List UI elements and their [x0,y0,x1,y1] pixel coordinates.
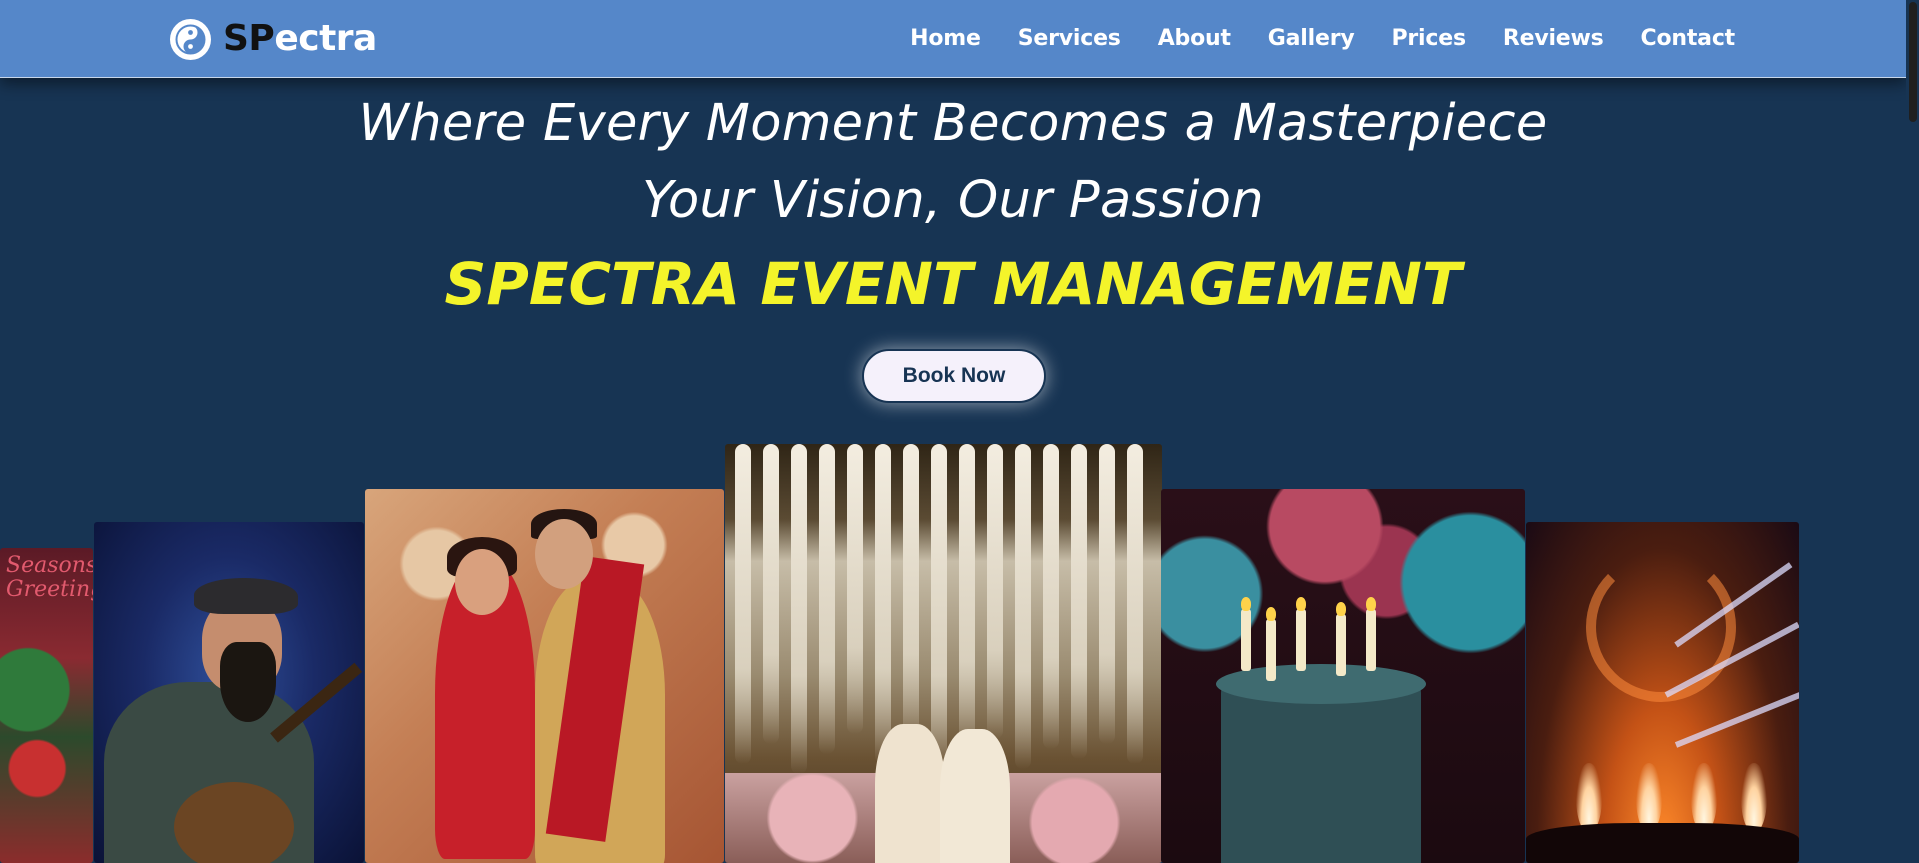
page-scrollbar[interactable] [1906,0,1919,863]
brand-name: SPectra [223,18,377,60]
light-beam [1674,689,1799,748]
main-nav: Home Services About Gallery Prices Revie… [910,24,1735,54]
hero-title: SPECTRA EVENT MANAGEMENT [444,250,1462,318]
seasons-greetings-sign: Seasons Greetings [6,553,93,602]
crowd-silhouette [1526,823,1799,863]
floral-drape [791,444,807,774]
candle-flame [1296,597,1306,611]
candle [1366,609,1376,671]
nav-about[interactable]: About [1158,24,1231,54]
brand-name-light: ectra [274,18,377,59]
yin-yang-icon [170,18,211,60]
hero-tagline: Where Every Moment Becomes a Masterpiece [358,94,1548,153]
navbar: SPectra Home Services About Gallery Pric… [0,0,1906,78]
candle [1241,609,1251,671]
floral-drape [987,444,1003,739]
page: SPectra Home Services About Gallery Pric… [0,0,1919,863]
floral-drape [735,444,751,764]
bride-face [455,549,509,615]
gallery-image-singer[interactable] [94,522,364,863]
gallery-image-indian-couple[interactable] [365,489,724,863]
nav-gallery[interactable]: Gallery [1268,24,1355,54]
floral-drape [1071,444,1087,759]
stage-fire [1576,763,1602,833]
nav-prices[interactable]: Prices [1391,24,1466,54]
cake [1221,679,1421,863]
candle [1266,619,1276,681]
floral-drape [1099,444,1115,744]
brand-logo[interactable]: SPectra [170,18,377,60]
floral-drape [959,444,975,754]
floral-drape [1043,444,1059,749]
candle-flame [1366,597,1376,611]
floral-drape [931,444,947,774]
stage-logo [1586,552,1736,702]
singer-beard [220,642,276,722]
candle-flame [1336,602,1346,616]
nav-services[interactable]: Services [1018,24,1121,54]
floral-drape [1015,444,1031,769]
hero-subtagline: Your Vision, Our Passion [642,171,1264,230]
candle [1296,609,1306,671]
guitar [174,782,294,863]
nav-contact[interactable]: Contact [1641,24,1736,54]
groom-figure [875,724,945,863]
gallery-image-birthday-cake[interactable] [1161,489,1525,863]
book-now-button[interactable]: Book Now [862,349,1046,403]
candle-flame [1241,597,1251,611]
nav-reviews[interactable]: Reviews [1503,24,1604,54]
brand-name-dark: SP [223,18,275,59]
bride-figure [940,729,1010,863]
candle-flame [1266,607,1276,621]
singer-hat [194,578,298,614]
gallery-image-christmas[interactable]: Seasons Greetings [0,548,93,863]
scrollbar-thumb[interactable] [1909,2,1917,122]
stage-fire [1741,763,1767,833]
groom-face [535,519,593,589]
gallery-image-concert[interactable] [1526,522,1799,863]
floral-drape [1127,444,1143,764]
floral-drape [903,444,919,744]
gallery-image-wedding-stage[interactable] [725,444,1162,863]
floral-drape [875,444,891,764]
floral-drape [763,444,779,744]
candle [1336,614,1346,676]
floral-drape [819,444,835,754]
nav-home[interactable]: Home [910,24,981,54]
floral-drape [847,444,863,734]
